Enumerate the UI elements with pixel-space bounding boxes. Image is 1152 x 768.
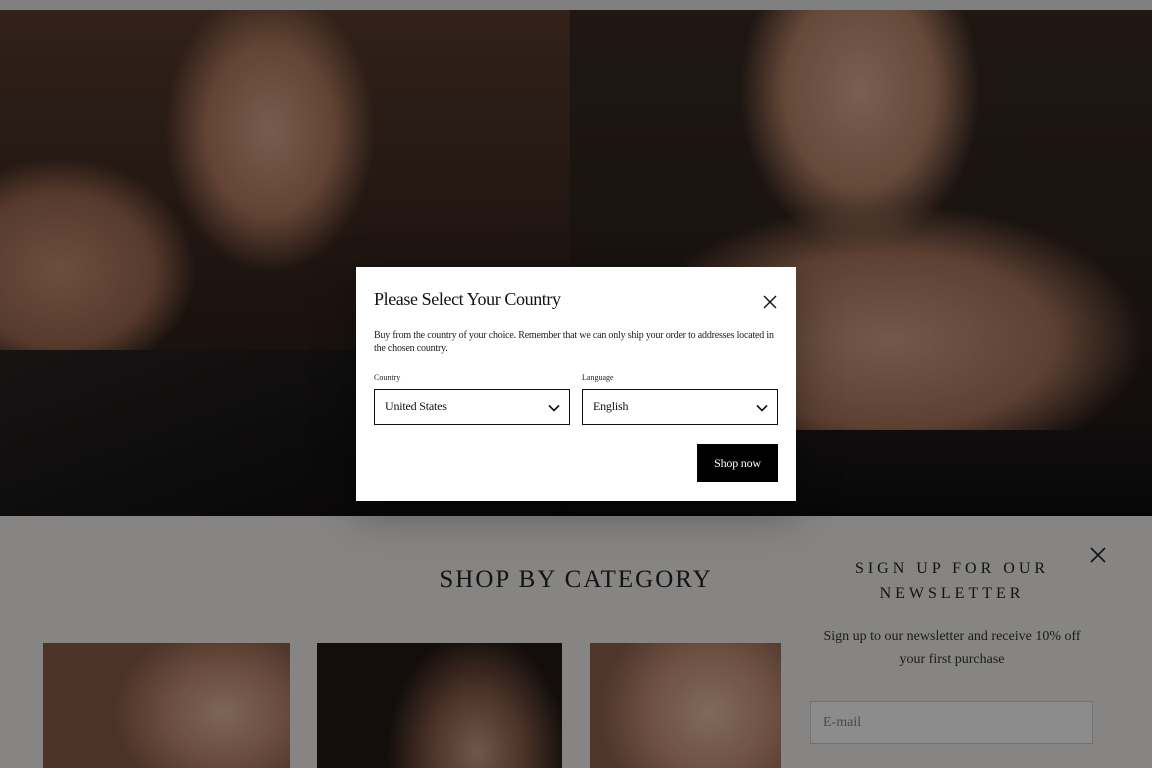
country-label: Country: [374, 373, 401, 382]
country-select[interactable]: United States: [374, 389, 570, 425]
chevron-down-icon: [756, 404, 768, 412]
language-label: Language: [582, 373, 614, 382]
close-icon[interactable]: [762, 294, 778, 310]
country-value: United States: [385, 399, 447, 413]
language-select[interactable]: English: [582, 389, 778, 425]
country-select-modal: Please Select Your Country Buy from the …: [356, 267, 796, 501]
language-value: English: [593, 399, 629, 413]
modal-title: Please Select Your Country: [374, 289, 561, 309]
modal-description: Buy from the country of your choice. Rem…: [374, 330, 774, 354]
shop-now-button[interactable]: Shop now: [697, 444, 778, 482]
chevron-down-icon: [548, 404, 560, 412]
